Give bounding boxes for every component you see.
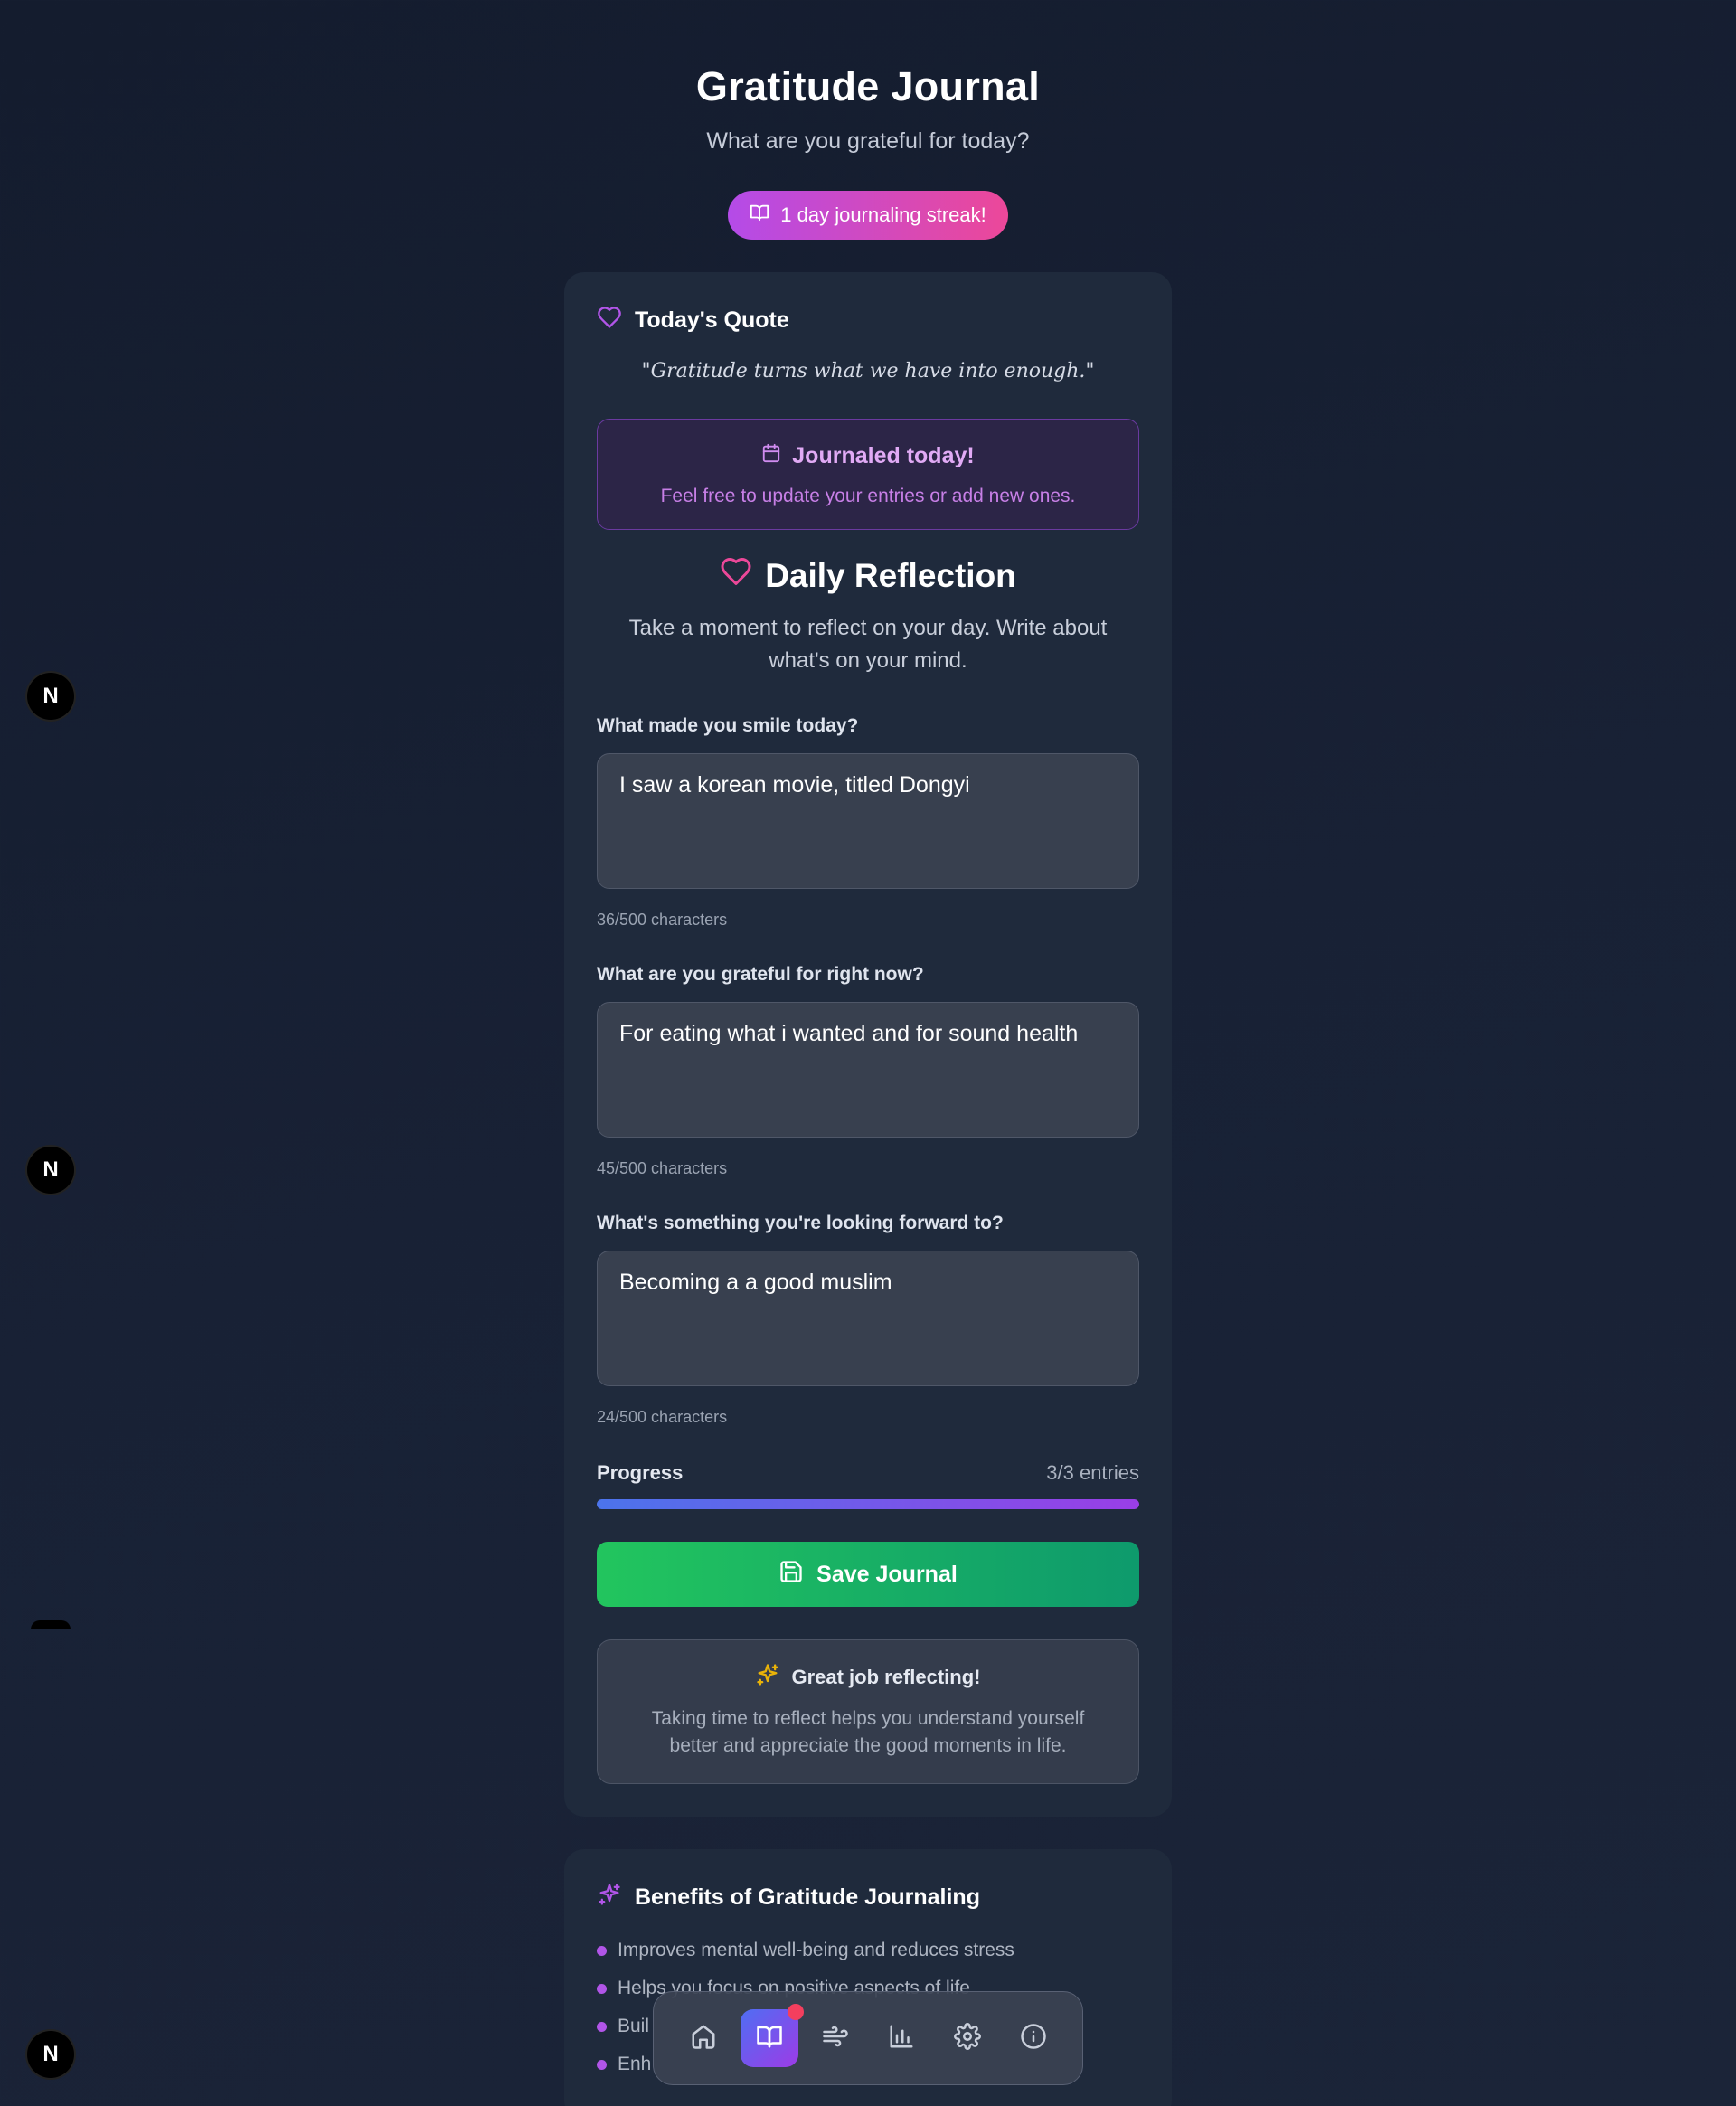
character-count: 36/500 characters	[597, 911, 728, 929]
info-icon	[1020, 2023, 1047, 2054]
entry-textarea[interactable]: I saw a korean movie, titled Dongyi	[597, 753, 1139, 889]
heart-icon	[720, 555, 752, 596]
encouragement-message: Taking time to reflect helps you underst…	[651, 1708, 1085, 1756]
journaled-title-text: Journaled today!	[792, 443, 975, 468]
entry-group: What made you smile today? I saw a korea…	[597, 715, 1139, 930]
streak-badge: 1 day journaling streak!	[728, 191, 1008, 240]
sparkles-icon	[755, 1662, 780, 1693]
quote-heading-text: Today's Quote	[635, 307, 789, 333]
character-count: 24/500 characters	[597, 1408, 728, 1426]
save-journal-label: Save Journal	[816, 1561, 958, 1587]
page-header: Gratitude Journal What are you grateful …	[564, 0, 1172, 240]
reflection-heading: Daily Reflection	[597, 555, 1139, 596]
nav-stats[interactable]	[873, 2009, 930, 2067]
dev-tools-badge[interactable]: N	[27, 673, 74, 720]
nav-breathe[interactable]	[807, 2009, 864, 2067]
wind-icon	[822, 2023, 849, 2054]
progress-bar-fill	[597, 1499, 1139, 1509]
quote-text: "Gratitude turns what we have into enoug…	[641, 360, 1095, 382]
journal-card: Today's Quote "Gratitude turns what we h…	[564, 272, 1172, 1817]
progress-label: Progress	[597, 1461, 684, 1484]
dev-tools-badge[interactable]: N	[27, 1147, 74, 1194]
benefits-title: Benefits of Gratitude Journaling	[635, 1884, 980, 1910]
entry-textarea[interactable]: For eating what i wanted and for sound h…	[597, 1002, 1139, 1138]
journaled-title: Journaled today!	[761, 443, 975, 469]
dev-tools-badge-partial	[31, 1620, 71, 1629]
benefits-heading: Benefits of Gratitude Journaling	[597, 1882, 1139, 1913]
streak-label: 1 day journaling streak!	[780, 203, 986, 226]
bullet-dot	[597, 1945, 607, 1956]
encouragement-title: Great job reflecting!	[755, 1662, 981, 1693]
entry-group: What are you grateful for right now? For…	[597, 964, 1139, 1178]
encouragement-title-text: Great job reflecting!	[791, 1666, 981, 1688]
character-count: 45/500 characters	[597, 1159, 728, 1177]
entry-label: What are you grateful for right now?	[597, 964, 924, 985]
home-icon	[690, 2023, 717, 2054]
page-title: Gratitude Journal	[695, 63, 1041, 109]
sparkles-icon	[597, 1882, 622, 1913]
settings-icon	[953, 2022, 981, 2054]
progress-bar	[597, 1499, 1139, 1509]
reflection-subtitle: Take a moment to reflect on your day. Wr…	[628, 616, 1108, 673]
reflection-title: Daily Reflection	[765, 556, 1016, 594]
entry-textarea[interactable]: Becoming a a good muslim	[597, 1251, 1139, 1386]
benefit-text: Enh	[618, 2054, 652, 2074]
bullet-dot	[597, 2059, 607, 2070]
save-icon	[778, 1559, 804, 1591]
nav-home[interactable]	[675, 2009, 732, 2067]
bullet-dot	[597, 1983, 607, 1994]
chart-icon	[888, 2023, 915, 2054]
calendar-icon	[761, 443, 781, 469]
entry-group: What's something you're looking forward …	[597, 1213, 1139, 1427]
benefit-text: Buil	[618, 2016, 650, 2036]
progress-row: Progress 3/3 entries	[597, 1461, 1139, 1485]
nav-about[interactable]	[1005, 2009, 1062, 2067]
quote-heading: Today's Quote	[597, 305, 1139, 336]
entry-label: What's something you're looking forward …	[597, 1213, 1004, 1233]
journal-page: Gratitude Journal What are you grateful …	[564, 0, 1172, 2106]
dev-tools-badge[interactable]: N	[27, 2031, 74, 2078]
book-icon	[750, 203, 769, 228]
book-icon	[756, 2023, 783, 2054]
journaled-message: Feel free to update your entries or add …	[660, 486, 1076, 506]
bottom-nav	[653, 1991, 1083, 2085]
heart-icon	[597, 305, 622, 336]
entry-label: What made you smile today?	[597, 715, 859, 736]
bullet-dot	[597, 2021, 607, 2032]
save-journal-button[interactable]: Save Journal	[597, 1542, 1139, 1607]
benefit-text: Improves mental well-being and reduces s…	[618, 1940, 1014, 1960]
progress-value: 3/3 entries	[1046, 1461, 1139, 1484]
nav-settings[interactable]	[939, 2009, 996, 2067]
nav-journal[interactable]	[740, 2004, 804, 2067]
notification-dot	[787, 2004, 804, 2020]
list-item: Improves mental well-being and reduces s…	[597, 1931, 1139, 1969]
page-subtitle: What are you grateful for today?	[706, 128, 1030, 154]
journaled-status: Journaled today! Feel free to update you…	[597, 419, 1139, 530]
encouragement-box: Great job reflecting! Taking time to ref…	[597, 1639, 1139, 1784]
